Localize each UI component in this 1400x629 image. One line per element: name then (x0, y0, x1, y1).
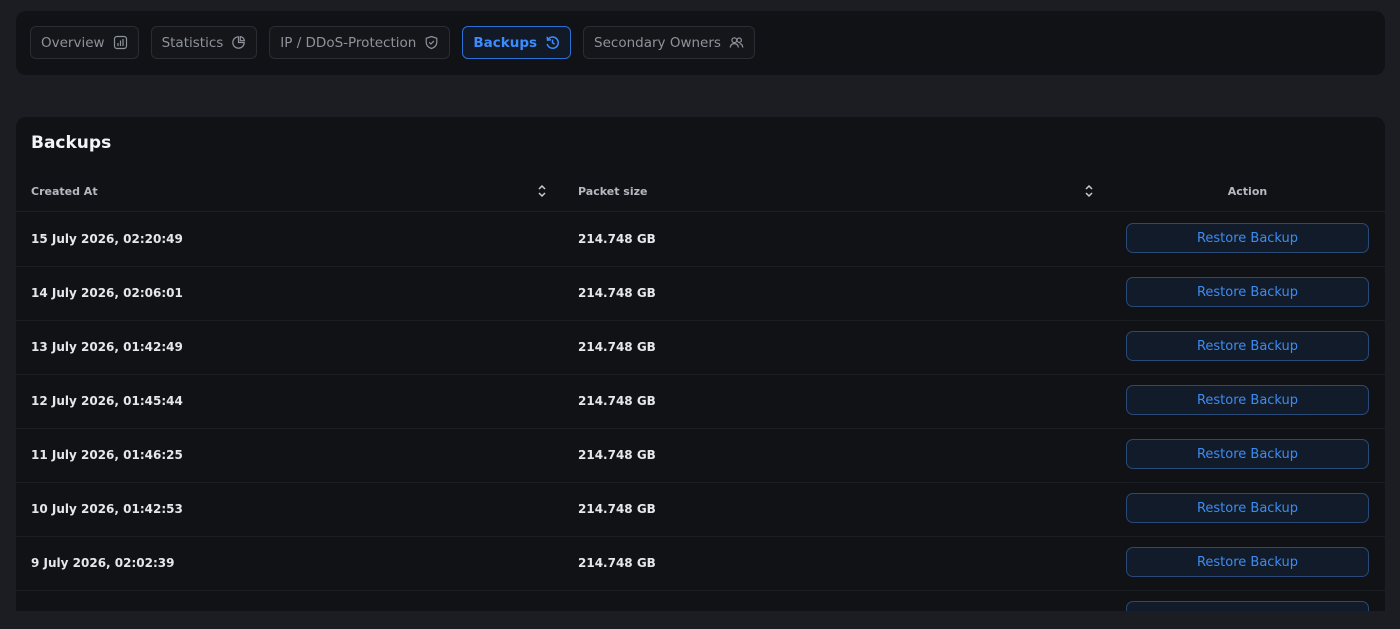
tab-label: Backups (473, 34, 538, 51)
table-row: 13 July 2026, 01:42:49 214.748 GB Restore … (16, 320, 1385, 375)
packet-size-cell: 214.748 GB (578, 340, 656, 354)
tab-label: Overview (41, 34, 105, 51)
tab-label: Statistics (161, 34, 224, 51)
created-at-cell: 10 July 2026, 01:42:53 (31, 502, 183, 516)
packet-size-cell: 214.748 GB (578, 232, 656, 246)
column-header-created-at: Created At (31, 184, 98, 198)
packet-size-cell: 214.748 GB (578, 502, 656, 516)
table-row: 9 July 2026, 02:02:39 214.748 GB Restore B… (16, 536, 1385, 591)
created-at-cell: 12 July 2026, 01:45:44 (31, 394, 183, 408)
tab-statistics[interactable]: Statistics (150, 26, 258, 59)
table-row: 10 July 2026, 01:42:53 214.748 GB Restore … (16, 482, 1385, 537)
packet-size-cell: 214.748 GB (578, 556, 656, 570)
tab-backups[interactable]: Backups (462, 26, 572, 59)
column-header-action: Action (1227, 184, 1268, 198)
tab-label: IP / DDoS-Protection (280, 34, 417, 51)
tab-list: Overview Statistics IP / DDoS-Protection… (30, 26, 755, 59)
restore-backup-button[interactable]: Restore Backup (1126, 547, 1369, 577)
restore-backup-button[interactable]: Restore Backup (1126, 493, 1369, 523)
restore-backup-button[interactable]: Restore Backup (1126, 331, 1369, 361)
tab-overview[interactable]: Overview (30, 26, 139, 59)
packet-size-cell: 214.748 GB (578, 448, 656, 462)
table-row: 15 July 2026, 02:20:49 214.748 GB Restore … (16, 212, 1385, 267)
backups-panel: Backups Created At Packet size Action 15… (16, 117, 1385, 611)
restore-backup-button[interactable]: Restore Backup (1126, 277, 1369, 307)
created-at-cell: 9 July 2026, 02:02:39 (31, 556, 175, 570)
tab-ip-ddos-protection[interactable]: IP / DDoS-Protection (269, 26, 451, 59)
restore-backup-button[interactable]: Restore Backup (1126, 223, 1369, 253)
restore-backup-button[interactable]: Restore Backup (1126, 385, 1369, 415)
panel-title: Backups (31, 133, 112, 153)
sort-packet-size-icon[interactable] (1084, 183, 1094, 199)
table-row (16, 590, 1385, 611)
tab-bar: Overview Statistics IP / DDoS-Protection… (16, 11, 1385, 75)
packet-size-cell: 214.748 GB (578, 394, 656, 408)
pie-chart-icon (231, 35, 246, 50)
created-at-cell: 14 July 2026, 02:06:01 (31, 286, 183, 300)
created-at-cell: 13 July 2026, 01:42:49 (31, 340, 183, 354)
table-row: 12 July 2026, 01:45:44 214.748 GB Restore … (16, 374, 1385, 429)
tab-secondary-owners[interactable]: Secondary Owners (583, 26, 755, 59)
users-icon (729, 35, 744, 50)
restore-backup-button[interactable]: Restore Backup (1126, 439, 1369, 469)
shield-icon (424, 35, 439, 50)
restore-backup-button[interactable] (1126, 601, 1369, 611)
restore-history-icon (545, 35, 560, 50)
created-at-cell: 15 July 2026, 02:20:49 (31, 232, 183, 246)
table-header: Created At Packet size Action (16, 171, 1385, 212)
column-header-packet-size: Packet size (578, 184, 648, 198)
packet-size-cell: 214.748 GB (578, 286, 656, 300)
table-row: 11 July 2026, 01:46:25 214.748 GB Restore … (16, 428, 1385, 483)
tab-label: Secondary Owners (594, 34, 721, 51)
sort-created-at-icon[interactable] (537, 183, 547, 199)
bar-chart-icon (113, 35, 128, 50)
table-row: 14 July 2026, 02:06:01 214.748 GB Restore … (16, 266, 1385, 321)
created-at-cell: 11 July 2026, 01:46:25 (31, 448, 183, 462)
